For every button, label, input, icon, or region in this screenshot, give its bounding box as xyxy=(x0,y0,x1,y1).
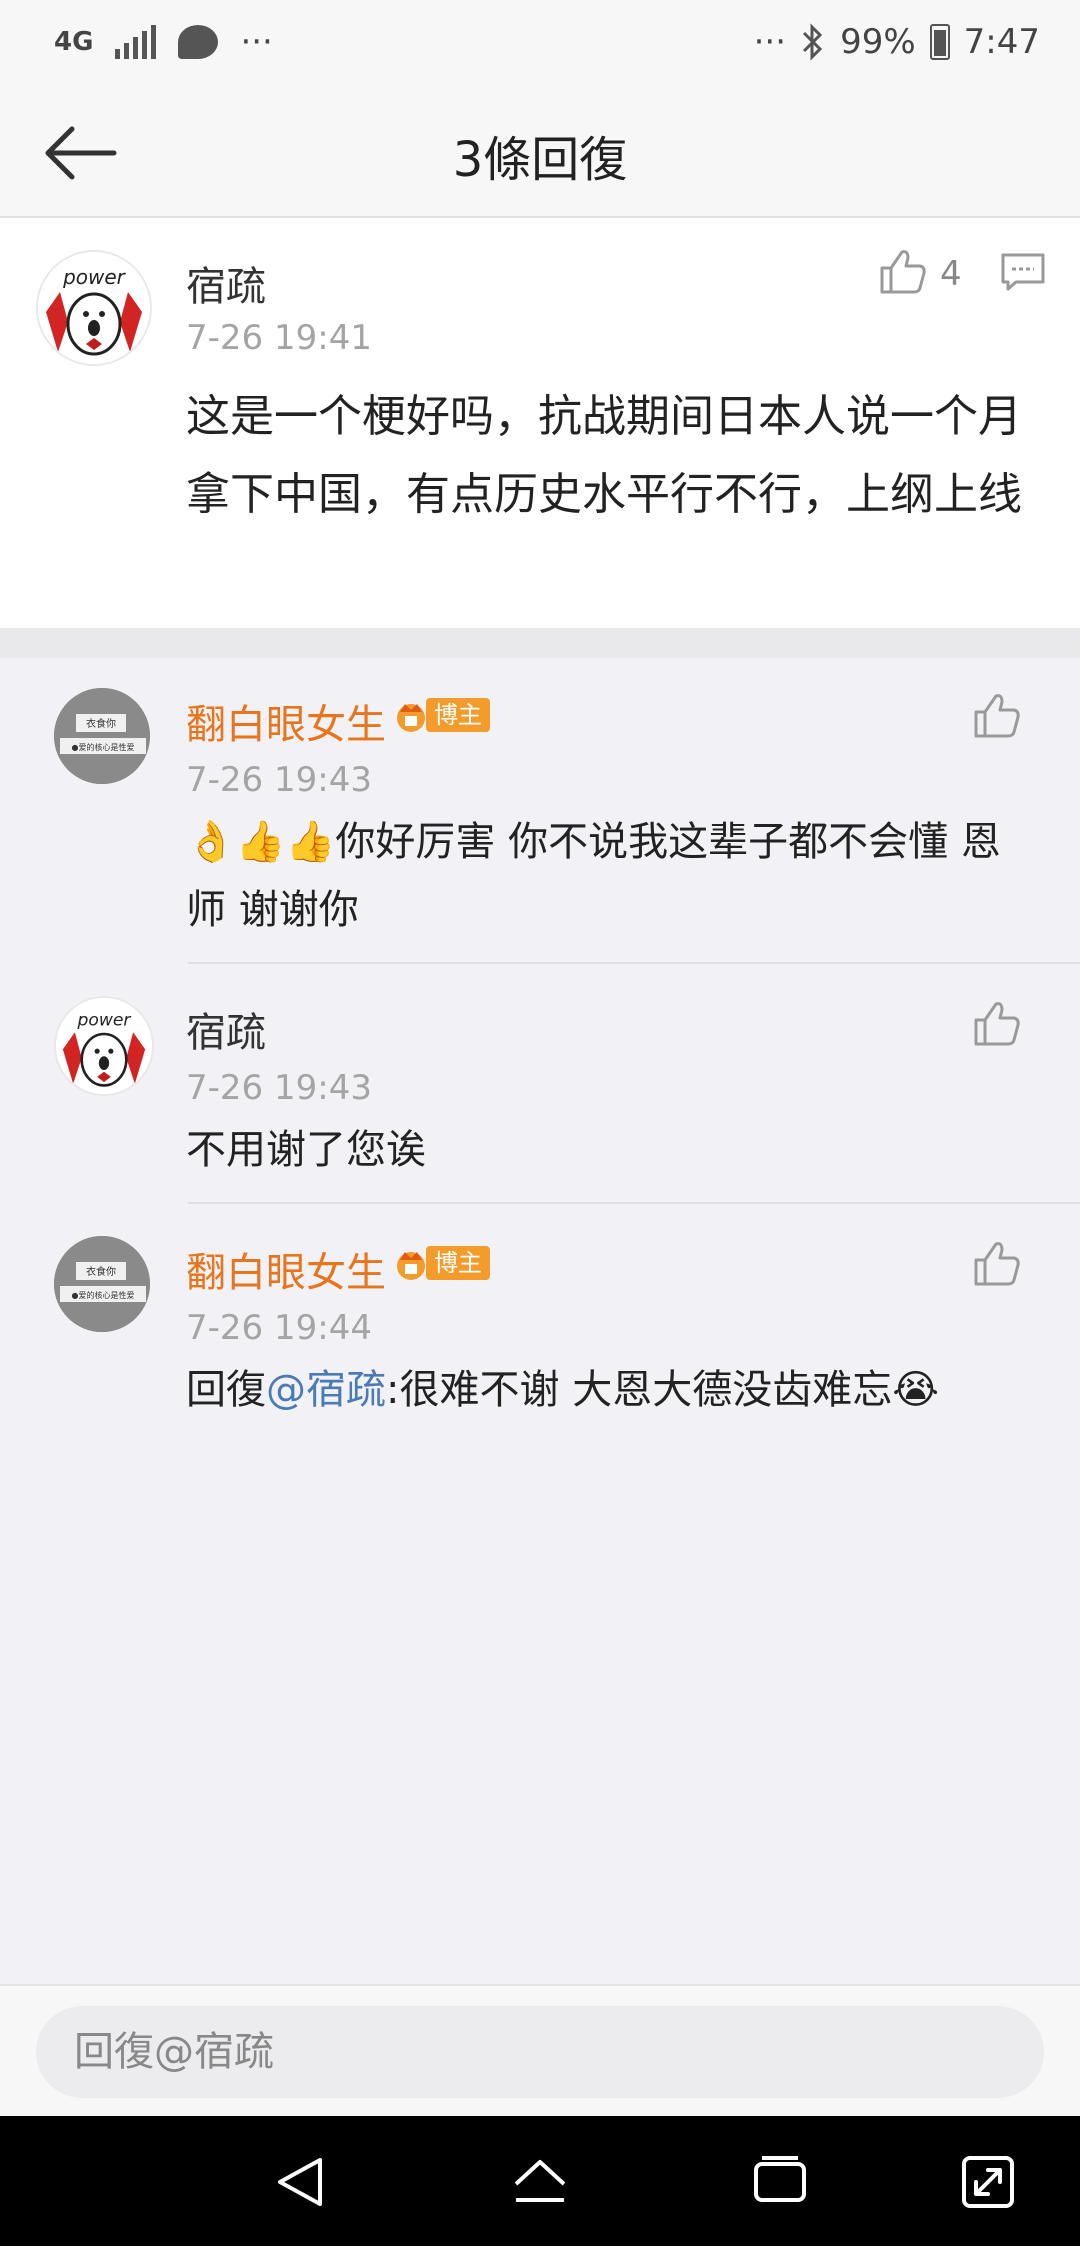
bluetooth-icon xyxy=(803,23,823,61)
avatar[interactable]: power xyxy=(54,996,154,1096)
reply-item: 衣食你 ●爱的核心是性爱 翻白眼女生 博主 7-26 19:44 回復@宿疏:很… xyxy=(0,1206,1080,1442)
system-navigation-bar xyxy=(0,2116,1080,2246)
comment-username[interactable]: 宿疏 xyxy=(186,254,266,312)
reply-time: 7-26 19:43 xyxy=(186,760,372,800)
svg-text:power: power xyxy=(77,1010,132,1030)
more-status-indicator: ··· xyxy=(753,22,787,62)
recents-nav-icon[interactable] xyxy=(750,2152,810,2212)
mention-link[interactable]: @宿疏 xyxy=(266,1367,386,1413)
crown-icon xyxy=(397,1252,425,1280)
status-bar: 4G ··· ··· 99% 7:47 xyxy=(0,0,1080,90)
reply-username[interactable]: 翻白眼女生 xyxy=(186,1240,386,1298)
svg-text:●爱的核心是性爱: ●爱的核心是性爱 xyxy=(72,742,135,752)
more-notifications-indicator: ··· xyxy=(240,22,273,62)
section-divider xyxy=(0,628,1080,658)
avatar[interactable]: power xyxy=(36,250,152,366)
blogger-badge: 博主 xyxy=(392,1244,490,1282)
message-notification-icon xyxy=(178,25,219,59)
crown-icon xyxy=(397,704,425,732)
expand-nav-icon[interactable] xyxy=(958,2152,1018,2212)
compose-bar: 回復@宿疏 xyxy=(0,1984,1080,2118)
crying-emoji: 😭 xyxy=(892,1367,939,1413)
blogger-badge: 博主 xyxy=(392,696,490,734)
like-count: 4 xyxy=(940,254,962,294)
reply-username[interactable]: 翻白眼女生 xyxy=(186,692,386,750)
reply-time: 7-26 19:44 xyxy=(186,1308,372,1348)
clock: 7:47 xyxy=(963,22,1040,62)
battery-percent: 99% xyxy=(840,22,916,62)
battery-icon xyxy=(929,24,950,60)
badge-label: 博主 xyxy=(426,1246,490,1280)
reply-text: 回復@宿疏:很难不谢 大恩大德没齿难忘😭 xyxy=(186,1356,1036,1424)
avatar[interactable]: 衣食你 ●爱的核心是性爱 xyxy=(54,688,150,784)
like-icon[interactable] xyxy=(972,1238,1022,1288)
reply-divider xyxy=(188,962,1080,964)
reply-item: 衣食你 ●爱的核心是性爱 翻白眼女生 博主 7-26 19:43 👌👍👍你好厉害… xyxy=(0,658,1080,964)
svg-text:power: power xyxy=(62,265,127,289)
svg-text:衣食你: 衣食你 xyxy=(86,1265,116,1278)
reply-divider xyxy=(188,1202,1080,1204)
avatar-image: 衣食你 ●爱的核心是性爱 xyxy=(54,688,150,784)
reply-icon[interactable] xyxy=(1000,252,1046,292)
signal-icon xyxy=(115,25,157,59)
like-icon[interactable] xyxy=(972,998,1022,1048)
reply-text-content: :很难不谢 大恩大德没齿难忘 xyxy=(386,1367,893,1413)
comment-time: 7-26 19:41 xyxy=(186,318,372,358)
emoji-group: 👌👍👍 xyxy=(186,819,336,865)
home-nav-icon[interactable] xyxy=(510,2152,570,2212)
reply-prefix: 回復 xyxy=(186,1367,266,1413)
avatar[interactable]: 衣食你 ●爱的核心是性爱 xyxy=(54,1236,150,1332)
navigation-bar: 3條回復 xyxy=(0,90,1080,218)
page-title: 3條回復 xyxy=(452,132,628,188)
comment-text: 这是一个梗好吗，抗战期间日本人说一个月拿下中国，有点历史水平行不行，上纲上线 xyxy=(186,391,1022,520)
svg-text:●爱的核心是性爱: ●爱的核心是性爱 xyxy=(72,1290,135,1300)
like-icon[interactable] xyxy=(878,246,928,296)
avatar-image: power xyxy=(38,252,150,364)
reply-username[interactable]: 宿疏 xyxy=(186,1000,266,1058)
avatar-image: 衣食你 ●爱的核心是性爱 xyxy=(54,1236,150,1332)
reply-input[interactable]: 回復@宿疏 xyxy=(36,2006,1044,2098)
svg-text:衣食你: 衣食你 xyxy=(86,717,116,730)
like-icon[interactable] xyxy=(972,690,1022,740)
reply-time: 7-26 19:43 xyxy=(186,1068,372,1108)
avatar-image: power xyxy=(56,998,152,1094)
reply-item: power 宿疏 7-26 19:43 不用谢了您诶 xyxy=(0,966,1080,1204)
badge-label: 博主 xyxy=(426,698,490,732)
network-indicator: 4G xyxy=(54,27,94,57)
main-comment: power 宿疏 7-26 19:41 4 这是一个梗好吗，抗战期间日本人说一个… xyxy=(0,218,1080,628)
reply-text: 不用谢了您诶 xyxy=(186,1127,426,1173)
back-nav-icon[interactable] xyxy=(270,2152,330,2212)
reply-text: 👌👍👍你好厉害 你不说我这辈子都不会懂 恩师 谢谢你 xyxy=(186,808,1036,944)
